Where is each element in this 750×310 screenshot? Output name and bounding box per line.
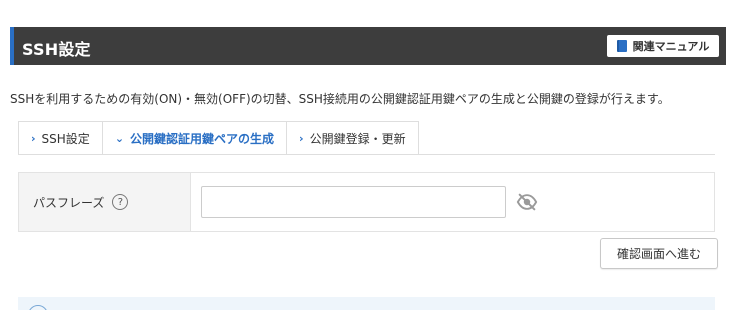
ssh-settings-page: SSH設定 関連マニュアル SSHを利用するための有効(ON)・無効(OFF)の… (0, 0, 750, 310)
tab-ssh-settings[interactable]: › SSH設定 (18, 121, 102, 155)
page-description: SSHを利用するための有効(ON)・無効(OFF)の切替、SSH接続用の公開鍵認… (10, 92, 670, 106)
page-title: SSH設定 (22, 40, 91, 59)
passphrase-input-cell (191, 173, 714, 231)
related-manual-label: 関連マニュアル (632, 40, 710, 53)
tab-label: SSH設定 (41, 131, 90, 146)
section-header: SSH設定 関連マニュアル (10, 27, 726, 65)
info-icon (28, 305, 48, 310)
proceed-to-confirm-button[interactable]: 確認画面へ進む (600, 238, 718, 269)
info-panel (18, 297, 715, 310)
tab-divider (18, 154, 715, 155)
chevron-right-icon: › (299, 131, 304, 145)
tab-label: 公開鍵認証用鍵ペアの生成 (130, 131, 275, 146)
book-icon (616, 40, 627, 52)
passphrase-input[interactable] (201, 186, 506, 218)
passphrase-row: パスフレーズ ? (18, 172, 715, 232)
chevron-right-icon: › (31, 131, 36, 145)
help-icon[interactable]: ? (112, 194, 129, 210)
chevron-down-icon: ⌄ (114, 131, 125, 145)
eye-slash-icon[interactable] (516, 191, 538, 213)
tab-bar: › SSH設定 ⌄ 公開鍵認証用鍵ペアの生成 › 公開鍵登録・更新 (18, 121, 419, 155)
passphrase-label-cell: パスフレーズ ? (19, 173, 191, 231)
passphrase-label: パスフレーズ (33, 195, 105, 210)
related-manual-button[interactable]: 関連マニュアル (607, 35, 719, 57)
tab-label: 公開鍵登録・更新 (309, 131, 406, 146)
tab-generate-keypair[interactable]: ⌄ 公開鍵認証用鍵ペアの生成 (101, 121, 287, 155)
tab-register-public-key[interactable]: › 公開鍵登録・更新 (286, 121, 419, 155)
